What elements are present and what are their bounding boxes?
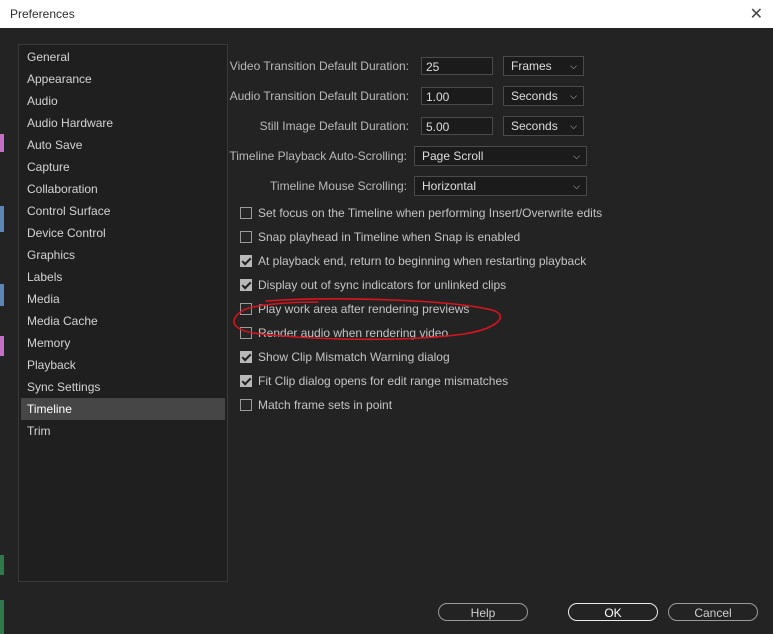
mouse-scrolling-label: Timeline Mouse Scrolling: <box>270 179 407 193</box>
checkbox-label: Set focus on the Timeline when performin… <box>258 206 603 220</box>
checkbox-label: Fit Clip dialog opens for edit range mis… <box>258 374 509 388</box>
video-transition-label: Video Transition Default Duration: <box>229 59 409 73</box>
still-image-unit-select[interactable]: Seconds ⌵ <box>503 116 584 136</box>
checkbox-label: At playback end, return to beginning whe… <box>258 254 587 268</box>
checkbox-label: Show Clip Mismatch Warning dialog <box>258 350 450 364</box>
sidebar-item-playback[interactable]: Playback <box>21 354 225 376</box>
playback-scrolling-select[interactable]: Page Scroll ⌵ <box>414 146 587 166</box>
sidebar-item-audio[interactable]: Audio <box>21 90 225 112</box>
checkbox[interactable] <box>240 399 252 411</box>
chevron-down-icon: ⌵ <box>570 91 577 101</box>
video-transition-unit-select[interactable]: Frames ⌵ <box>503 56 584 76</box>
still-image-unit-value: Seconds <box>511 119 558 133</box>
audio-transition-label: Audio Transition Default Duration: <box>229 89 409 103</box>
checkbox[interactable] <box>240 207 252 219</box>
sidebar-item-sync-settings[interactable]: Sync Settings <box>21 376 225 398</box>
checkbox[interactable] <box>240 279 252 291</box>
cancel-button[interactable]: Cancel <box>668 603 758 621</box>
checkbox[interactable] <box>240 375 252 387</box>
edge-artifact <box>0 336 4 356</box>
chevron-down-icon: ⌵ <box>573 151 580 161</box>
chevron-down-icon: ⌵ <box>570 61 577 71</box>
sidebar-item-labels[interactable]: Labels <box>21 266 225 288</box>
audio-transition-unit-select[interactable]: Seconds ⌵ <box>503 86 584 106</box>
mouse-scrolling-select[interactable]: Horizontal ⌵ <box>414 176 587 196</box>
still-image-field[interactable]: 5.00 <box>421 117 493 135</box>
sidebar-item-collaboration[interactable]: Collaboration <box>21 178 225 200</box>
edge-artifact <box>0 134 4 152</box>
sidebar-item-media[interactable]: Media <box>21 288 225 310</box>
edge-artifact <box>0 600 4 634</box>
edge-artifact <box>0 284 4 306</box>
sidebar-item-trim[interactable]: Trim <box>21 420 225 442</box>
playback-scrolling-label: Timeline Playback Auto-Scrolling: <box>229 149 407 163</box>
sidebar-item-device-control[interactable]: Device Control <box>21 222 225 244</box>
preferences-sidebar: General Appearance Audio Audio Hardware … <box>18 44 228 582</box>
sidebar-item-graphics[interactable]: Graphics <box>21 244 225 266</box>
sidebar-item-media-cache[interactable]: Media Cache <box>21 310 225 332</box>
sidebar-item-audio-hardware[interactable]: Audio Hardware <box>21 112 225 134</box>
close-icon[interactable]: ✕ <box>750 4 763 24</box>
sidebar-item-capture[interactable]: Capture <box>21 156 225 178</box>
checkbox-label: Snap playhead in Timeline when Snap is e… <box>258 230 521 244</box>
sidebar-item-memory[interactable]: Memory <box>21 332 225 354</box>
audio-transition-unit-value: Seconds <box>511 89 558 103</box>
chevron-down-icon: ⌵ <box>570 121 577 131</box>
window-title: Preferences <box>10 7 75 21</box>
playback-scrolling-value: Page Scroll <box>422 149 484 163</box>
annotation-circle <box>233 298 502 341</box>
checkbox-label: Display out of sync indicators for unlin… <box>258 278 507 292</box>
checkbox[interactable] <box>240 351 252 363</box>
audio-transition-field[interactable]: 1.00 <box>421 87 493 105</box>
title-bar: Preferences ✕ <box>0 0 773 28</box>
sidebar-item-general[interactable]: General <box>21 46 225 68</box>
sidebar-list: General Appearance Audio Audio Hardware … <box>19 45 227 442</box>
chevron-down-icon: ⌵ <box>573 181 580 191</box>
mouse-scrolling-value: Horizontal <box>422 179 477 193</box>
video-transition-unit-value: Frames <box>511 59 552 73</box>
sidebar-item-auto-save[interactable]: Auto Save <box>21 134 225 156</box>
checkbox[interactable] <box>240 255 252 267</box>
sidebar-item-appearance[interactable]: Appearance <box>21 68 225 90</box>
ok-button[interactable]: OK <box>568 603 658 621</box>
video-transition-field[interactable]: 25 <box>421 57 493 75</box>
edge-artifact <box>0 555 4 575</box>
edge-artifact <box>0 206 4 232</box>
sidebar-item-timeline[interactable]: Timeline <box>21 398 225 420</box>
sidebar-item-control-surface[interactable]: Control Surface <box>21 200 225 222</box>
still-image-label: Still Image Default Duration: <box>259 119 409 133</box>
checkbox-label: Match frame sets in point <box>258 398 393 412</box>
checkbox[interactable] <box>240 231 252 243</box>
help-button[interactable]: Help <box>438 603 528 621</box>
